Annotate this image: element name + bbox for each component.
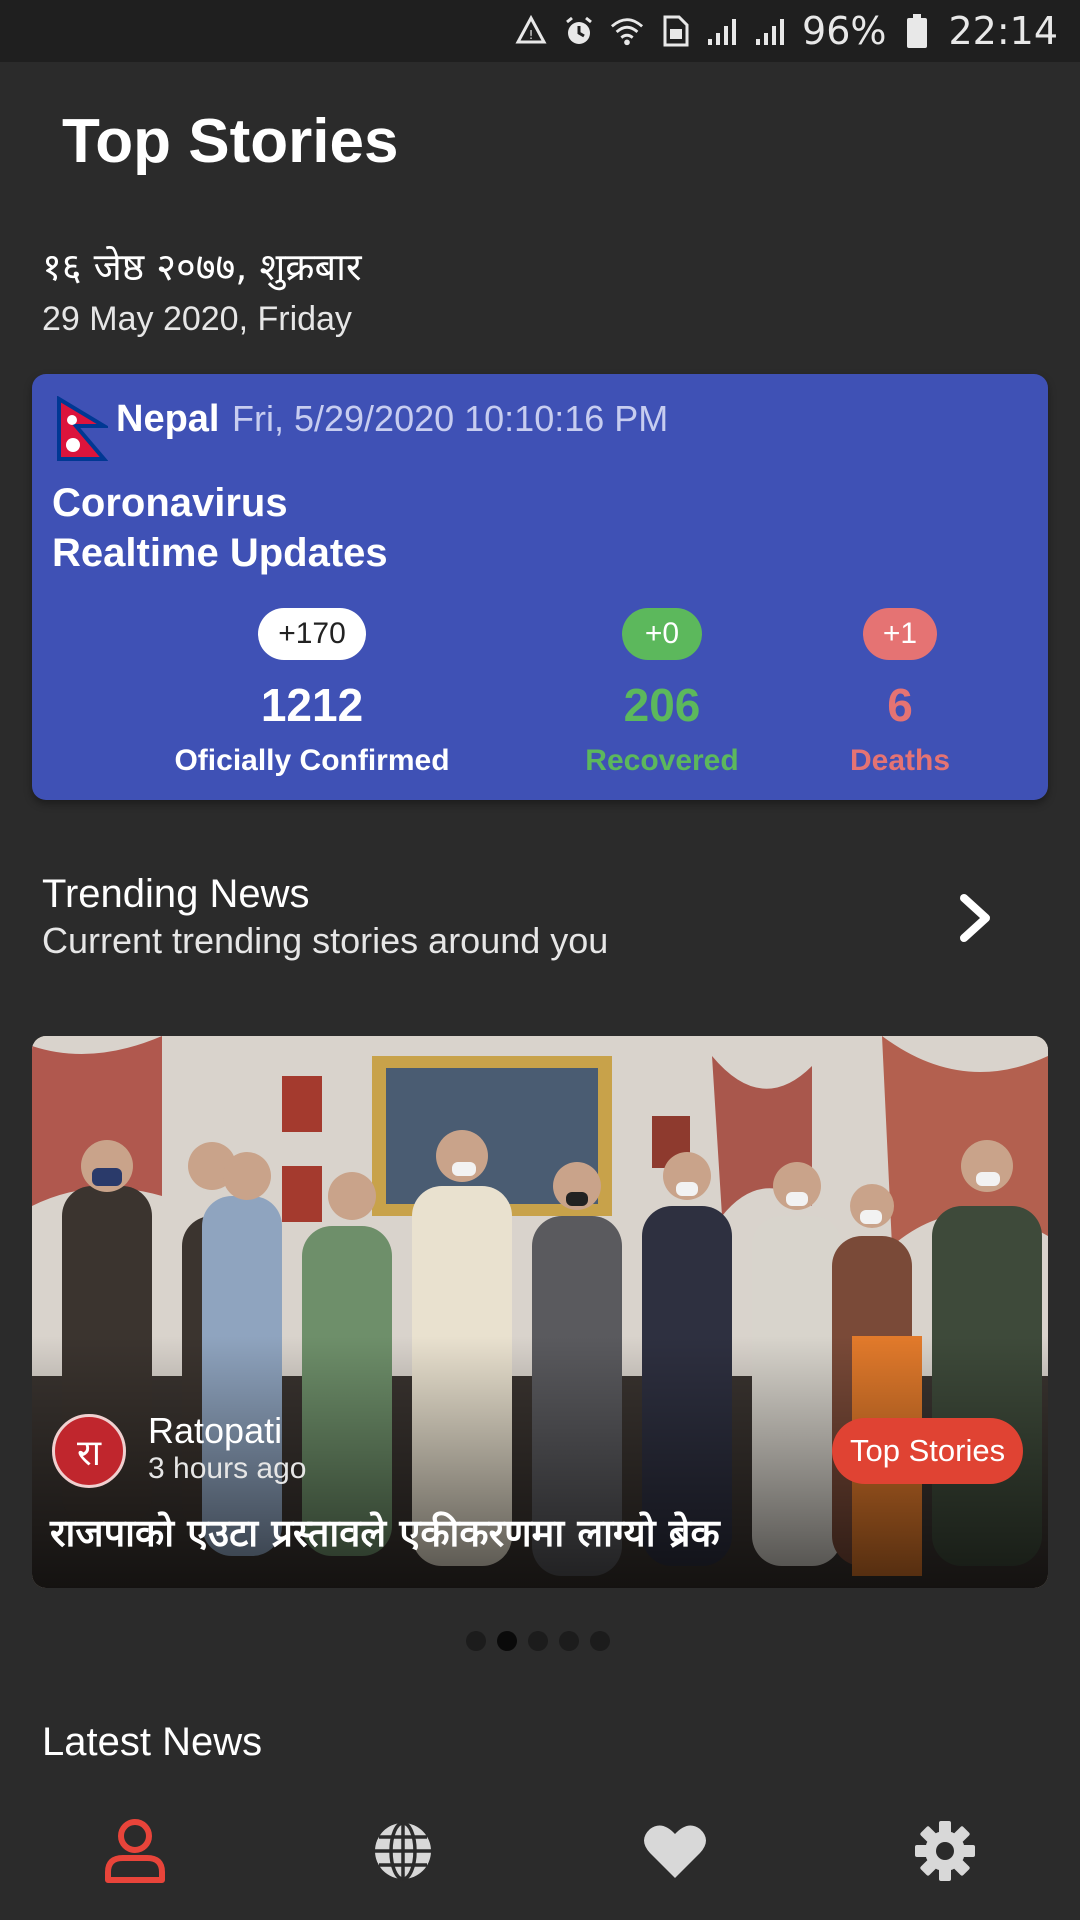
trending-subtitle: Current trending stories around you: [42, 920, 609, 961]
deaths-stat: +1 6 Deaths: [810, 608, 990, 778]
profile-icon: [103, 1818, 167, 1889]
nav-settings[interactable]: [900, 1808, 990, 1898]
country-name: Nepal: [116, 398, 220, 440]
clock: 22:14: [948, 9, 1058, 53]
confirmed-label: Oficially Confirmed: [174, 744, 450, 777]
latest-news-title: Latest News: [42, 1720, 263, 1764]
bottom-nav: [0, 1784, 1080, 1920]
alarm-icon: [562, 14, 596, 48]
heart-icon: [642, 1822, 708, 1885]
signal-icon: [706, 14, 740, 48]
status-bar: ! 96% 22:14: [0, 0, 1080, 62]
svg-text:!: !: [529, 28, 534, 42]
source-name: Ratopati: [148, 1410, 283, 1451]
sim-icon: [658, 14, 692, 48]
signal-icon: [754, 14, 788, 48]
recovered-count: 206: [623, 679, 701, 731]
wifi-icon: [610, 14, 644, 48]
story-time: 3 hours ago: [148, 1452, 307, 1485]
carousel-pager[interactable]: [466, 1631, 610, 1651]
covid-title-line1: Coronavirus: [52, 481, 288, 525]
covid-title-line2: Realtime Updates: [52, 531, 388, 575]
recovered-label: Recovered: [585, 744, 739, 777]
deaths-label: Deaths: [849, 744, 951, 777]
battery-percent: 96%: [802, 9, 887, 53]
globe-icon: [371, 1819, 435, 1888]
data-saver-icon: !: [514, 14, 548, 48]
nav-globe[interactable]: [358, 1808, 448, 1898]
pager-dot-active[interactable]: [497, 1631, 517, 1651]
battery-icon: [900, 14, 934, 48]
pager-dot[interactable]: [559, 1631, 579, 1651]
covid-realtime-card[interactable]: Nepal Fri, 5/29/2020 10:10:16 PM Coronav…: [32, 374, 1048, 800]
featured-news-card[interactable]: रा Ratopati 3 hours ago Top Stories राजप…: [32, 1036, 1048, 1588]
nepal-flag-icon: [56, 395, 112, 462]
update-timestamp: Fri, 5/29/2020 10:10:16 PM: [232, 398, 669, 439]
nav-profile[interactable]: [90, 1808, 180, 1898]
source-logo: रा: [52, 1414, 126, 1488]
pager-dot[interactable]: [528, 1631, 548, 1651]
deaths-count: 6: [887, 679, 913, 731]
confirmed-delta-badge: +170: [258, 608, 366, 660]
category-tag[interactable]: Top Stories: [832, 1418, 1024, 1484]
trending-title: Trending News: [42, 872, 310, 916]
date-english: 29 May 2020, Friday: [42, 300, 352, 338]
covid-card-title: Coronavirus Realtime Updates: [52, 478, 652, 578]
deaths-delta-badge: +1: [862, 608, 938, 660]
date-nepali: १६ जेष्ठ २०७७, शुक्रबार: [42, 245, 362, 289]
confirmed-count: 1212: [260, 679, 364, 731]
settings-icon: [913, 1819, 977, 1888]
recovered-delta-badge: +0: [622, 608, 702, 660]
chevron-right-icon[interactable]: [954, 892, 998, 944]
pager-dot[interactable]: [590, 1631, 610, 1651]
story-headline: राजपाको एउटा प्रस्तावले एकीकरणमा लाग्यो …: [50, 1511, 720, 1555]
recovered-stat: +0 206 Recovered: [552, 608, 772, 778]
nav-favorites[interactable]: [630, 1808, 720, 1898]
confirmed-stat: +170 1212 Oficially Confirmed: [152, 608, 472, 778]
page-title: Top Stories: [62, 107, 399, 176]
pager-dot[interactable]: [466, 1631, 486, 1651]
